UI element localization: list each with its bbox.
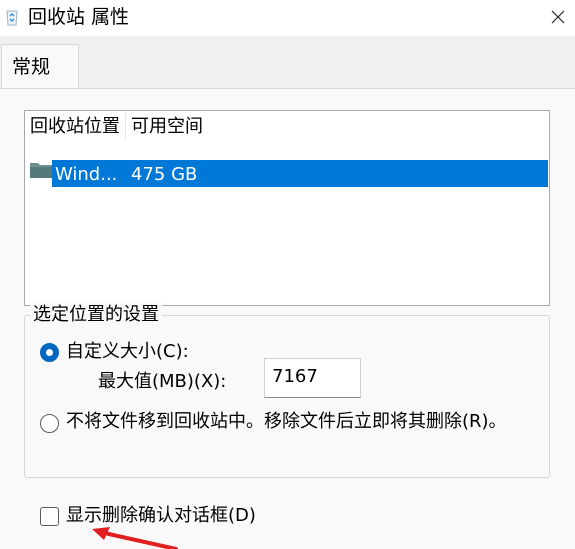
max-size-value: 7167 xyxy=(272,366,318,387)
max-size-label: 最大值(MB)(X): xyxy=(98,371,227,392)
delete-immediately-label[interactable]: 不将文件移到回收站中。移除文件后立即将其删除(R)。 xyxy=(66,410,507,434)
column-header-location[interactable]: 回收站位置 xyxy=(30,115,120,139)
close-icon xyxy=(551,10,564,24)
title-bar: 回收站 属性 xyxy=(0,0,575,36)
general-panel: 回收站位置 可用空间 Wind... 475 GB 选定位置的设置 自定义大小(… xyxy=(0,88,575,549)
settings-group-title: 选定位置的设置 xyxy=(30,303,162,327)
custom-size-label[interactable]: 自定义大小(C): xyxy=(66,340,189,364)
tab-general-label: 常规 xyxy=(12,56,51,78)
column-divider[interactable] xyxy=(125,113,126,139)
list-row-selected[interactable] xyxy=(52,160,548,187)
max-size-input[interactable]: 7167 xyxy=(264,358,361,398)
folder-icon xyxy=(30,163,52,178)
column-header-free-space[interactable]: 可用空间 xyxy=(131,115,203,139)
tab-strip: 常规 xyxy=(0,36,575,91)
properties-window: 回收站 属性 常规 回收站位置 可用空间 Wind... 475 GB 选定位置… xyxy=(0,0,575,549)
recycle-bin-icon xyxy=(6,10,18,26)
list-cell-location: Wind... xyxy=(55,164,118,185)
window-title: 回收站 属性 xyxy=(28,6,130,28)
annotation-arrow-icon xyxy=(92,527,178,549)
close-button[interactable] xyxy=(540,0,575,34)
list-cell-free-space: 475 GB xyxy=(131,164,198,185)
delete-immediately-radio[interactable] xyxy=(40,414,59,433)
confirm-dialog-checkbox[interactable] xyxy=(40,507,59,526)
custom-size-radio[interactable] xyxy=(40,343,59,362)
recycle-bin-location-list[interactable]: 回收站位置 可用空间 Wind... 475 GB xyxy=(24,110,550,306)
tab-general[interactable]: 常规 xyxy=(1,44,79,91)
